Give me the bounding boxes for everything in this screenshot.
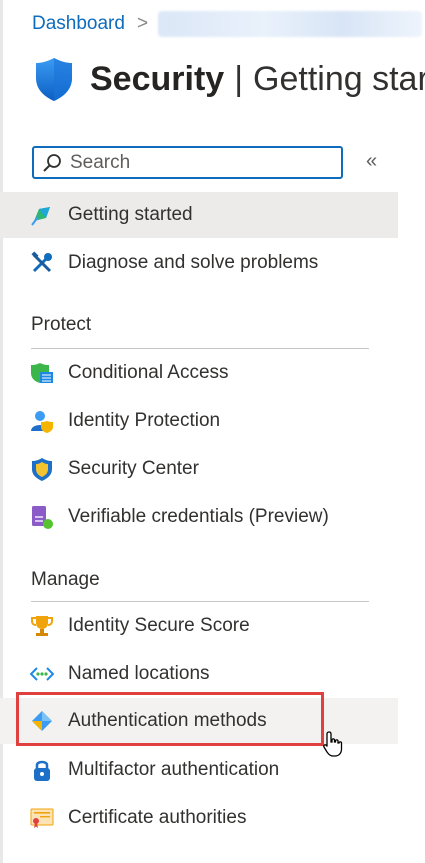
section-header-manage: Manage xyxy=(31,569,100,590)
breadcrumb-tenant-link-blurred[interactable] xyxy=(158,11,423,37)
sidebar-item-getting-started[interactable]: Getting started xyxy=(0,192,398,238)
identity-protection-icon xyxy=(31,411,53,433)
sidebar-item-label: Verifiable credentials (Preview) xyxy=(68,506,329,527)
page-title-service: Security xyxy=(90,59,225,98)
rocket-flag-icon xyxy=(31,207,50,226)
certificate-icon xyxy=(30,808,54,828)
section-header-protect: Protect xyxy=(31,314,92,335)
page-title: Security | Getting star xyxy=(34,54,425,104)
named-locations-icon xyxy=(30,667,54,681)
breadcrumb-dashboard-link[interactable]: Dashboard xyxy=(32,13,125,35)
breadcrumb-separator: > xyxy=(136,13,149,34)
sidebar-item-diagnose[interactable]: Diagnose and solve problems xyxy=(0,240,398,286)
section-divider xyxy=(31,348,369,349)
sidebar-item-identity-protection[interactable]: Identity Protection xyxy=(0,398,398,444)
search-icon xyxy=(43,153,61,172)
section-divider xyxy=(31,601,369,602)
conditional-access-icon xyxy=(31,363,53,383)
sidebar-item-named-locations[interactable]: Named locations xyxy=(0,651,398,697)
sidebar-item-certificate-authorities[interactable]: Certificate authorities xyxy=(0,795,398,841)
page-title-blade: Getting star xyxy=(253,59,425,98)
search-input[interactable] xyxy=(68,150,322,175)
wrench-screwdriver-icon xyxy=(31,251,52,273)
sidebar-item-label: Security Center xyxy=(68,458,199,479)
highlight-box xyxy=(16,692,324,746)
sidebar-item-label: Identity Secure Score xyxy=(68,615,250,636)
padlock-icon xyxy=(34,760,50,781)
trophy-icon xyxy=(31,616,53,636)
sidebar-item-label: Certificate authorities xyxy=(68,807,247,828)
sidebar-item-label: Diagnose and solve problems xyxy=(68,252,319,273)
page-title-separator: | xyxy=(234,59,244,98)
sidebar-item-identity-secure-score[interactable]: Identity Secure Score xyxy=(0,603,398,649)
shield-icon xyxy=(36,58,72,101)
breadcrumb: Dashboard > xyxy=(32,10,423,38)
sidebar-item-label: Multifactor authentication xyxy=(68,759,280,780)
sidebar-item-label: Getting started xyxy=(68,204,193,225)
verifiable-credentials-icon xyxy=(32,506,53,529)
security-center-shield-icon xyxy=(32,458,52,481)
sidebar-item-security-center[interactable]: Security Center xyxy=(0,446,398,492)
sidebar-item-label: Identity Protection xyxy=(68,410,221,431)
sidebar-item-label: Conditional Access xyxy=(68,362,229,383)
sidebar-item-conditional-access[interactable]: Conditional Access xyxy=(0,350,398,396)
search-box[interactable] xyxy=(32,146,343,179)
sidebar-item-verifiable-credentials[interactable]: Verifiable credentials (Preview) xyxy=(0,494,398,540)
hand-pointer-icon xyxy=(323,731,343,757)
sidebar-item-label: Named locations xyxy=(68,663,210,684)
collapse-sidebar-button[interactable]: « xyxy=(366,150,377,173)
